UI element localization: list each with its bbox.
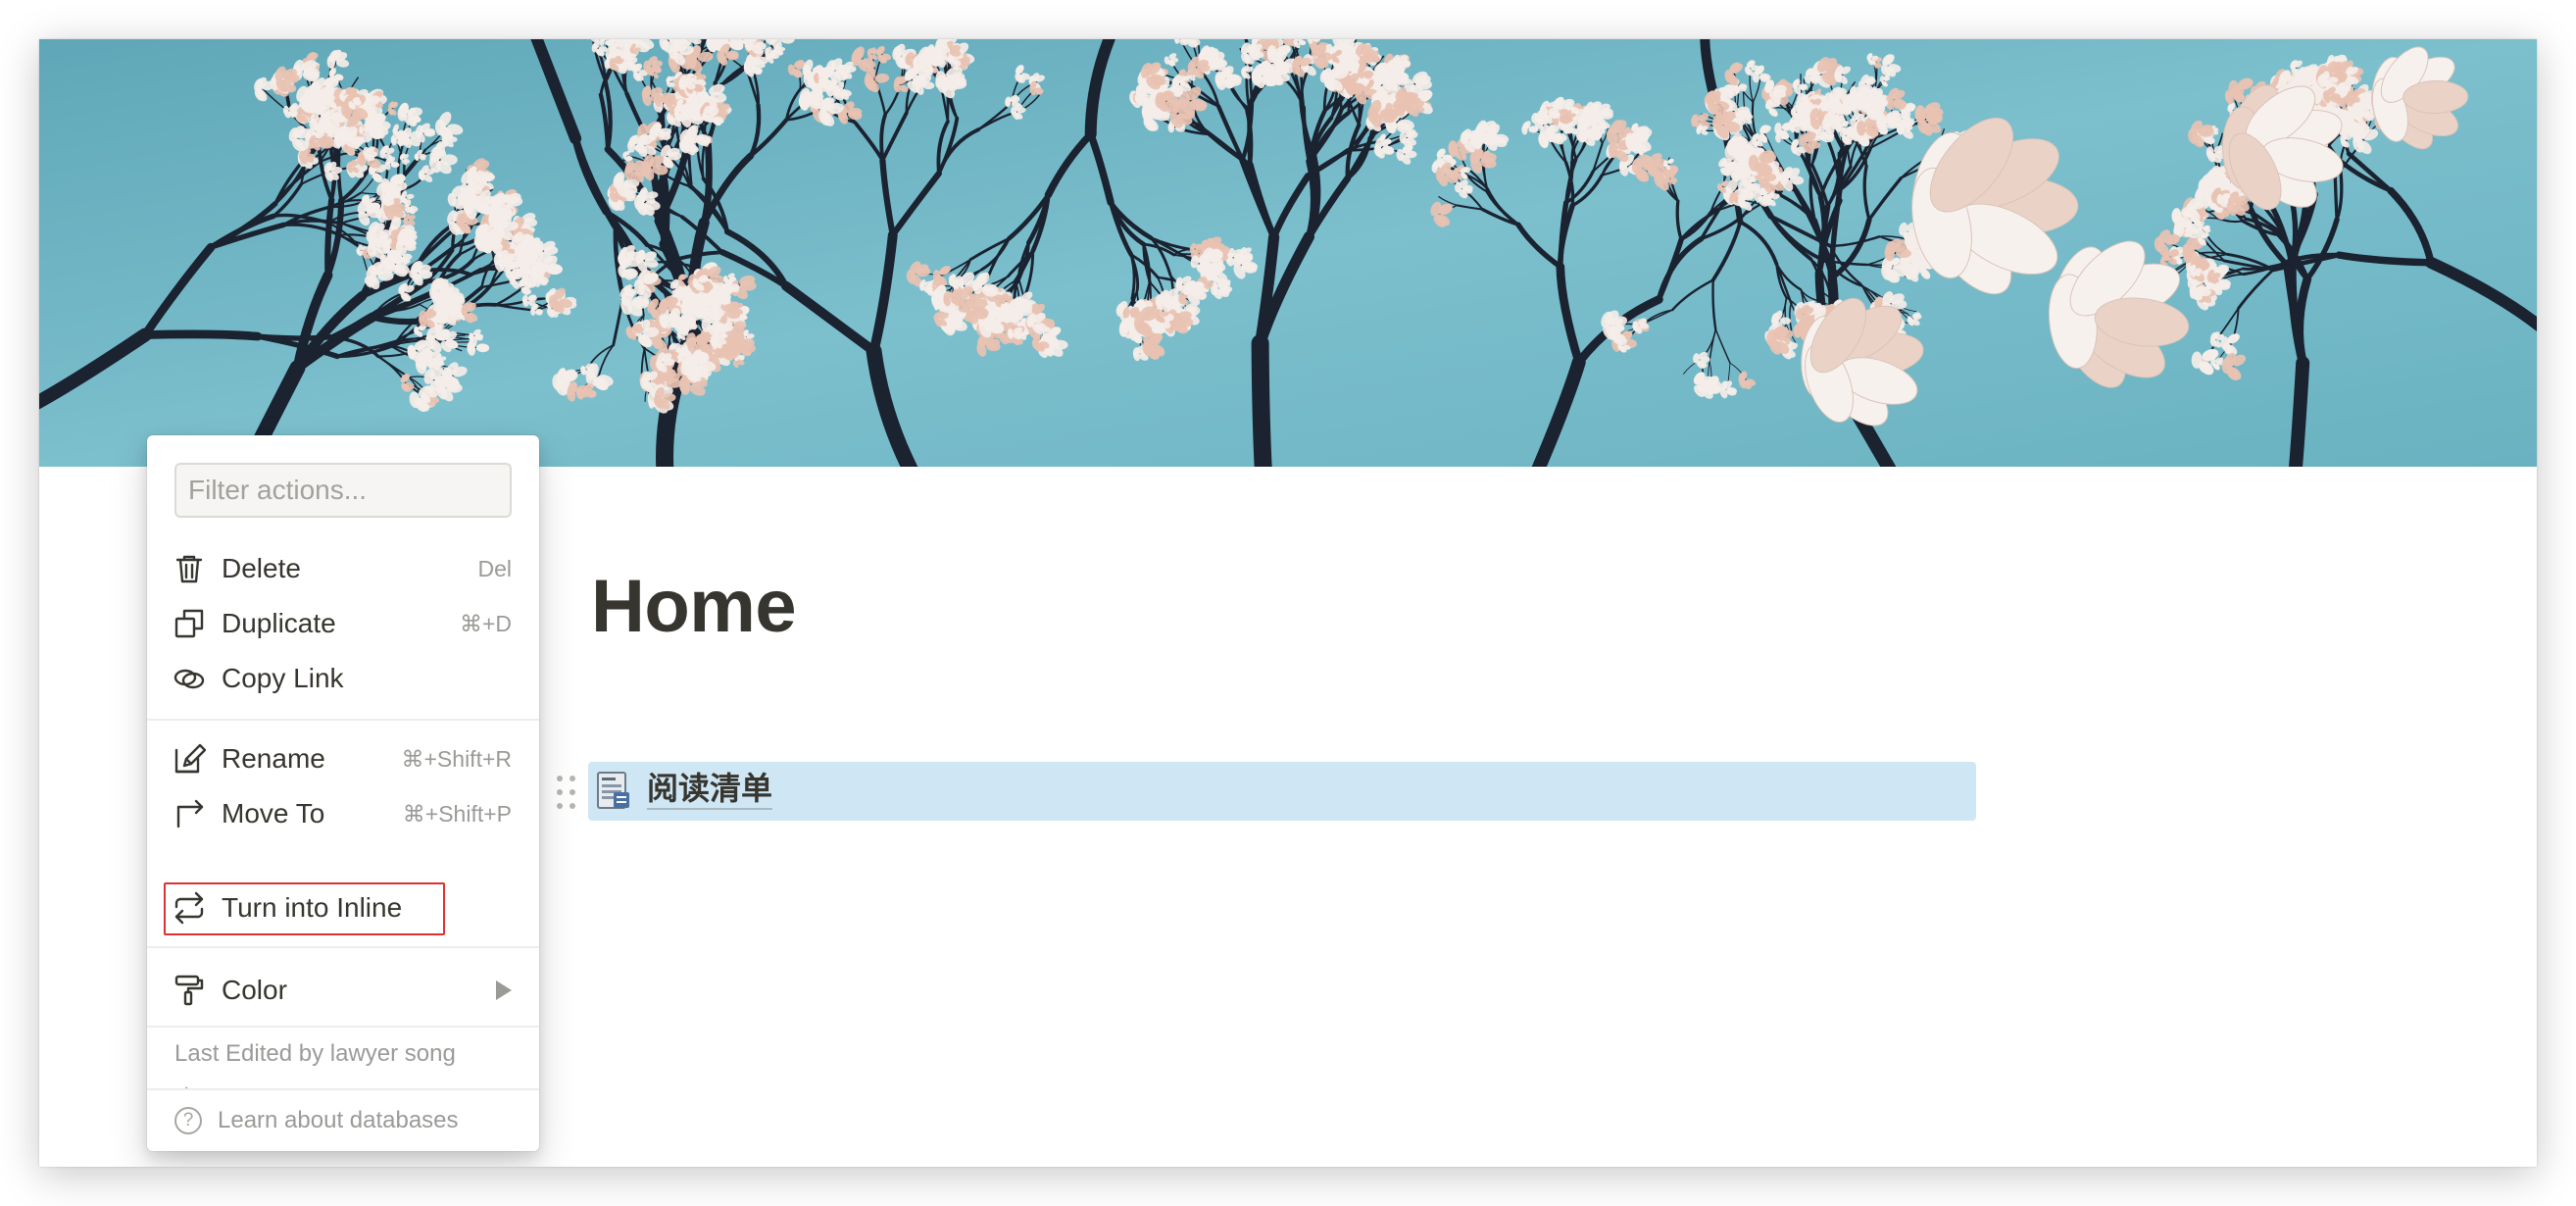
menu-item-shortcut: ⌘+D (459, 611, 512, 636)
database-page-icon (597, 772, 629, 809)
move-arrow-icon (176, 799, 204, 829)
menu-item-color[interactable]: Color (147, 965, 539, 1016)
submenu-arrow-icon (496, 980, 512, 1000)
menu-item-label: Color (222, 975, 287, 1005)
last-edited-by: Last Edited by lawyer song (174, 1040, 456, 1067)
page-title[interactable]: Home (591, 564, 797, 649)
menu-item-shortcut: ⌘+Shift+R (401, 746, 513, 772)
paint-roller-icon (174, 975, 204, 1006)
menu-divider (147, 719, 539, 721)
menu-footer: ? Learn about databases (147, 1088, 539, 1151)
menu-divider (147, 1026, 539, 1028)
database-block-row[interactable] (588, 762, 1976, 821)
menu-item-move-to[interactable]: Move To ⌘+Shift+P (147, 788, 539, 839)
menu-item-shortcut: Del (477, 556, 512, 581)
help-label: Learn about databases (218, 1107, 459, 1133)
menu-item-duplicate[interactable]: Duplicate ⌘+D (147, 598, 539, 649)
database-block-title[interactable]: 阅读清单 (647, 769, 773, 810)
filter-actions-input[interactable] (174, 463, 512, 518)
menu-item-label: Copy Link (222, 663, 344, 693)
magnolia-cover-illustration (39, 39, 2537, 467)
menu-item-label: Delete (222, 553, 301, 583)
menu-item-turn-into-inline[interactable]: Turn into Inline (147, 882, 539, 933)
learn-about-databases-link[interactable]: ? Learn about databases (147, 1096, 539, 1145)
swap-icon (174, 891, 204, 925)
link-icon (173, 669, 205, 689)
help-icon: ? (174, 1107, 202, 1134)
menu-item-label: Move To (222, 798, 325, 829)
pencil-icon (174, 743, 206, 774)
block-actions-menu: Delete Del Duplicate ⌘+D Copy Link (147, 435, 539, 1151)
trash-icon (175, 555, 203, 583)
menu-item-shortcut: ⌘+Shift+P (402, 801, 512, 827)
page-cover-image[interactable] (39, 39, 2537, 467)
menu-divider (147, 946, 539, 948)
menu-item-label: Rename (222, 743, 325, 774)
menu-item-rename[interactable]: Rename ⌘+Shift+R (147, 733, 539, 784)
menu-item-label: Turn into Inline (222, 892, 403, 923)
menu-item-delete[interactable]: Delete Del (147, 543, 539, 594)
app-window: Home 阅读清单 Delete Del (39, 39, 2537, 1167)
menu-item-copy-link[interactable]: Copy Link (147, 653, 539, 704)
drag-handle-icon[interactable] (557, 773, 580, 810)
duplicate-icon (174, 609, 204, 638)
menu-item-label: Duplicate (222, 608, 336, 638)
